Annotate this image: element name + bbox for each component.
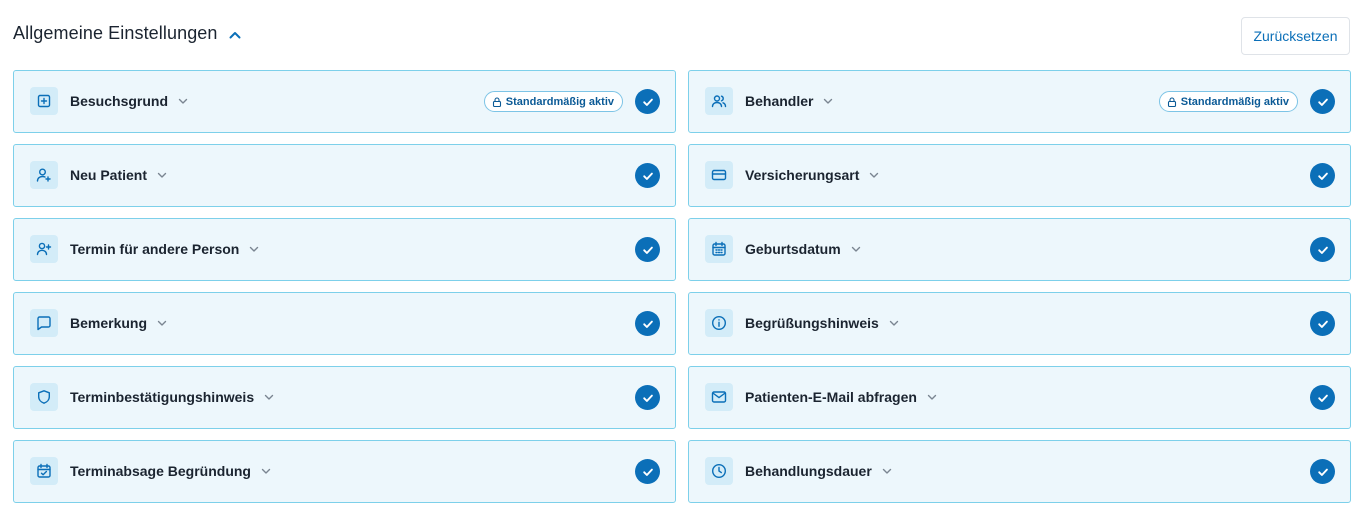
setting-label[interactable]: Behandler bbox=[745, 93, 834, 109]
badge-label: Standardmäßig aktiv bbox=[505, 95, 614, 108]
reset-button[interactable]: Zurücksetzen bbox=[1241, 17, 1350, 55]
chevron-down-icon[interactable] bbox=[248, 243, 260, 255]
setting-label-text: Neu Patient bbox=[70, 167, 148, 183]
setting-label[interactable]: Terminbestätigungshinweis bbox=[70, 389, 275, 405]
info-icon bbox=[705, 309, 733, 337]
lock-icon bbox=[492, 96, 502, 107]
setting-label[interactable]: Neu Patient bbox=[70, 167, 168, 183]
default-active-badge: Standardmäßig aktiv bbox=[1158, 91, 1298, 112]
setting-label[interactable]: Terminabsage Begründung bbox=[70, 463, 272, 479]
setting-label[interactable]: Besuchsgrund bbox=[70, 93, 189, 109]
default-active-badge: Standardmäßig aktiv bbox=[483, 91, 623, 112]
setting-card-behandlungsdauer[interactable]: Behandlungsdauer bbox=[688, 440, 1351, 503]
setting-card-geburtsdatum[interactable]: Geburtsdatum bbox=[688, 218, 1351, 281]
setting-card-begruessungshinweis[interactable]: Begrüßungshinweis bbox=[688, 292, 1351, 355]
setting-label-text: Behandler bbox=[745, 93, 814, 109]
user-plus-icon bbox=[30, 161, 58, 189]
setting-card-terminabsage-begruendung[interactable]: Terminabsage Begründung bbox=[13, 440, 676, 503]
setting-label-text: Versicherungsart bbox=[745, 167, 860, 183]
check-circle-icon[interactable] bbox=[1310, 163, 1335, 188]
setting-label-text: Besuchsgrund bbox=[70, 93, 169, 109]
check-circle-icon[interactable] bbox=[635, 237, 660, 262]
setting-card-besuchsgrund[interactable]: Besuchsgrund Standardmäßig aktiv bbox=[13, 70, 676, 133]
setting-label[interactable]: Patienten-E-Mail abfragen bbox=[745, 389, 938, 405]
setting-label[interactable]: Versicherungsart bbox=[745, 167, 880, 183]
setting-label-text: Termin für andere Person bbox=[70, 241, 240, 257]
setting-label[interactable]: Geburtsdatum bbox=[745, 241, 862, 257]
setting-card-behandler[interactable]: Behandler Standardmäßig aktiv bbox=[688, 70, 1351, 133]
section-toggle[interactable]: Allgemeine Einstellungen bbox=[13, 23, 242, 44]
message-icon bbox=[30, 309, 58, 337]
lock-icon bbox=[1167, 96, 1177, 107]
clock-icon bbox=[705, 457, 733, 485]
mail-icon bbox=[705, 383, 733, 411]
chevron-down-icon[interactable] bbox=[156, 317, 168, 329]
check-circle-icon[interactable] bbox=[635, 163, 660, 188]
chevron-down-icon[interactable] bbox=[177, 95, 189, 107]
setting-label-text: Terminabsage Begründung bbox=[70, 463, 251, 479]
setting-card-versicherungsart[interactable]: Versicherungsart bbox=[688, 144, 1351, 207]
shield-icon bbox=[30, 383, 58, 411]
setting-label[interactable]: Termin für andere Person bbox=[70, 241, 260, 257]
chevron-down-icon[interactable] bbox=[263, 391, 275, 403]
check-circle-icon[interactable] bbox=[1310, 89, 1335, 114]
calendar-icon bbox=[705, 235, 733, 263]
setting-card-neu-patient[interactable]: Neu Patient bbox=[13, 144, 676, 207]
setting-label[interactable]: Behandlungsdauer bbox=[745, 463, 893, 479]
chevron-down-icon[interactable] bbox=[926, 391, 938, 403]
setting-card-termin-fuer-andere-person[interactable]: Termin für andere Person bbox=[13, 218, 676, 281]
settings-header: Allgemeine Einstellungen Zurücksetzen bbox=[13, 17, 1350, 55]
setting-label-text: Bemerkung bbox=[70, 315, 148, 331]
setting-label[interactable]: Begrüßungshinweis bbox=[745, 315, 900, 331]
setting-label-text: Geburtsdatum bbox=[745, 241, 841, 257]
chevron-down-icon[interactable] bbox=[881, 465, 893, 477]
check-circle-icon[interactable] bbox=[1310, 237, 1335, 262]
setting-label-text: Begrüßungshinweis bbox=[745, 315, 879, 331]
setting-label-text: Behandlungsdauer bbox=[745, 463, 872, 479]
chevron-down-icon[interactable] bbox=[850, 243, 862, 255]
check-circle-icon[interactable] bbox=[635, 311, 660, 336]
page-title: Allgemeine Einstellungen bbox=[13, 23, 218, 43]
check-circle-icon[interactable] bbox=[1310, 459, 1335, 484]
check-circle-icon[interactable] bbox=[1310, 311, 1335, 336]
badge-label: Standardmäßig aktiv bbox=[1180, 95, 1289, 108]
setting-card-bemerkung[interactable]: Bemerkung bbox=[13, 292, 676, 355]
chevron-up-icon[interactable] bbox=[228, 28, 242, 42]
setting-label-text: Patienten-E-Mail abfragen bbox=[745, 389, 917, 405]
user-add-icon bbox=[30, 235, 58, 263]
check-circle-icon[interactable] bbox=[635, 385, 660, 410]
check-circle-icon[interactable] bbox=[1310, 385, 1335, 410]
setting-card-patienten-e-mail-abfragen[interactable]: Patienten-E-Mail abfragen bbox=[688, 366, 1351, 429]
chevron-down-icon[interactable] bbox=[868, 169, 880, 181]
chevron-down-icon[interactable] bbox=[822, 95, 834, 107]
check-circle-icon[interactable] bbox=[635, 459, 660, 484]
chevron-down-icon[interactable] bbox=[888, 317, 900, 329]
chevron-down-icon[interactable] bbox=[156, 169, 168, 181]
plus-square-icon bbox=[30, 87, 58, 115]
setting-label[interactable]: Bemerkung bbox=[70, 315, 168, 331]
setting-label-text: Terminbestätigungshinweis bbox=[70, 389, 255, 405]
check-circle-icon[interactable] bbox=[635, 89, 660, 114]
credit-card-icon bbox=[705, 161, 733, 189]
users-icon bbox=[705, 87, 733, 115]
setting-card-terminbestaetigungshinweis[interactable]: Terminbestätigungshinweis bbox=[13, 366, 676, 429]
calendar-check-icon bbox=[30, 457, 58, 485]
chevron-down-icon[interactable] bbox=[260, 465, 272, 477]
